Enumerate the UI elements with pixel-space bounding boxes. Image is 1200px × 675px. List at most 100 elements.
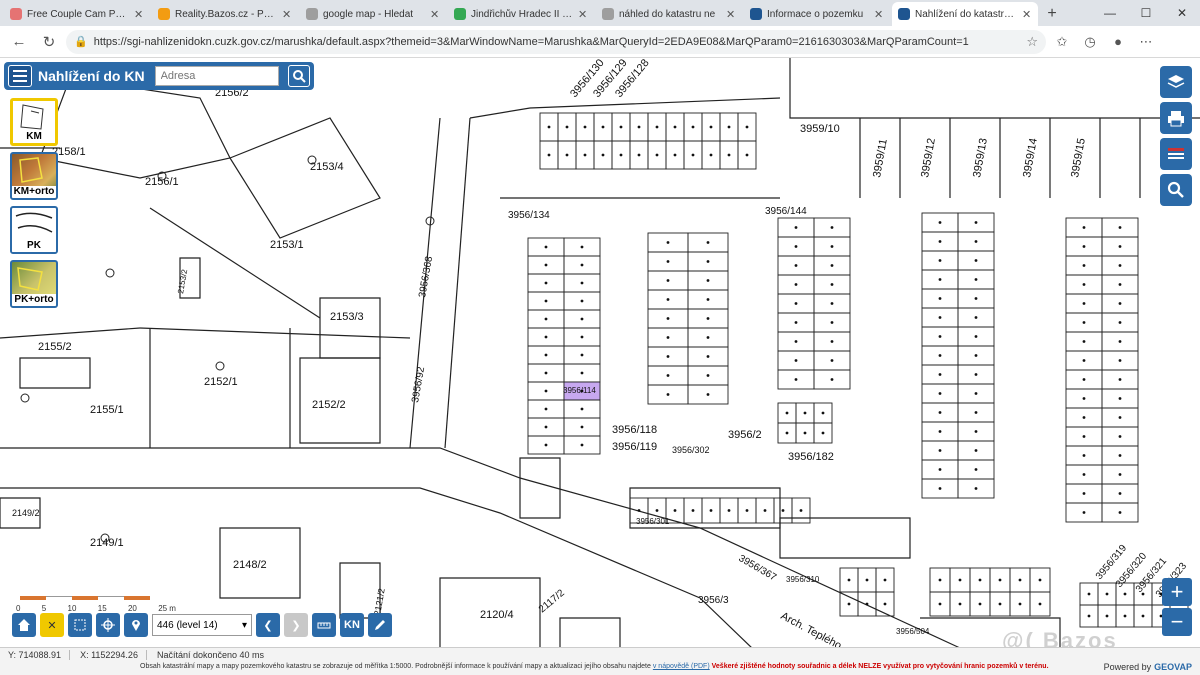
- parcel-point: [580, 317, 584, 321]
- parcel-label: 2117/2: [537, 587, 567, 615]
- url-field[interactable]: 🔒 https://sgi-nahlizenidokn.cuzk.gov.cz/…: [66, 29, 1046, 54]
- back-icon[interactable]: ←: [6, 29, 32, 55]
- parcel-boundary: [149, 207, 321, 319]
- browser-tab[interactable]: Jindřichův Hradec II 12 ✕: [448, 2, 594, 26]
- load-status: Načítání dokončeno 40 ms: [156, 650, 265, 660]
- parcel-point: [706, 355, 710, 358]
- bookmark-star-icon[interactable]: ☆: [1026, 34, 1038, 50]
- hamburger-menu-icon[interactable]: [8, 65, 32, 87]
- parcel-point: [666, 374, 670, 377]
- parcel-point: [666, 317, 670, 320]
- layer-pk-orto[interactable]: PK+orto: [10, 260, 58, 308]
- parcel-point: [666, 393, 670, 396]
- browser-tab[interactable]: Informace o pozemku ✕: [744, 2, 890, 26]
- maximize-icon[interactable]: ☐: [1128, 0, 1164, 26]
- new-tab-icon[interactable]: +: [1040, 2, 1064, 26]
- powered-by: Powered by GEOVAP: [1104, 662, 1192, 672]
- browser-tab[interactable]: Reality.Bazos.cz - Přidá ✕: [152, 2, 298, 26]
- tab-title: Reality.Bazos.cz - Přidá: [175, 8, 277, 20]
- parcel-label: 3956/310: [786, 575, 820, 584]
- print-button[interactable]: [1160, 102, 1192, 134]
- map-search-button[interactable]: [1160, 174, 1192, 206]
- profile-icon[interactable]: ●: [1106, 30, 1130, 54]
- target-icon: [101, 618, 115, 632]
- menu-dots-icon[interactable]: ⋯: [1134, 30, 1158, 54]
- parcel-point: [601, 153, 605, 157]
- parcel-point: [938, 221, 942, 224]
- legend-icon: [1168, 148, 1184, 159]
- address-bar: ← ↻ 🔒 https://sgi-nahlizenidokn.cuzk.gov…: [0, 26, 1200, 58]
- parcel-point: [580, 281, 584, 285]
- parcel-point: [978, 602, 982, 606]
- tab-close-icon[interactable]: ✕: [1022, 8, 1032, 21]
- home-button[interactable]: [12, 613, 36, 637]
- parcel-point: [580, 335, 584, 339]
- prev-view-button[interactable]: ❮: [256, 613, 280, 637]
- next-view-button[interactable]: ❯: [284, 613, 308, 637]
- address-search-input[interactable]: [154, 66, 279, 86]
- close-window-icon[interactable]: ✕: [1164, 0, 1200, 26]
- parcel-boundary: [19, 357, 91, 389]
- help-link[interactable]: v nápovědě (PDF): [653, 663, 710, 670]
- parcel-point: [974, 221, 978, 224]
- parcel-label: 3959/14: [1021, 137, 1040, 178]
- zoom-level-select[interactable]: 446 (level 14) ▾: [152, 614, 252, 636]
- measure-icon: [317, 622, 331, 629]
- parcel-point: [974, 297, 978, 300]
- legend-button[interactable]: [1160, 138, 1192, 170]
- tab-close-icon[interactable]: ✕: [282, 8, 292, 21]
- parcel-point: [673, 509, 677, 512]
- zoom-in-icon[interactable]: +: [1162, 578, 1192, 606]
- tab-close-icon[interactable]: ✕: [134, 8, 144, 21]
- layer-km[interactable]: KM: [10, 98, 58, 146]
- parcel-point: [1038, 578, 1042, 582]
- zoom-box-button[interactable]: [68, 613, 92, 637]
- layers-button[interactable]: [1160, 66, 1192, 98]
- favorites-icon[interactable]: ✩: [1050, 30, 1074, 54]
- layer-km-orto[interactable]: KM+orto: [10, 152, 58, 200]
- parcel-point: [727, 125, 731, 129]
- parcel-point: [938, 602, 942, 606]
- zoom-out-icon[interactable]: −: [1162, 608, 1192, 636]
- parcel-point: [938, 578, 942, 582]
- parcel-point: [847, 602, 851, 606]
- kn-button[interactable]: KN: [340, 613, 364, 637]
- parcel-point: [938, 449, 942, 452]
- measure-button[interactable]: [312, 613, 336, 637]
- locate-button[interactable]: [96, 613, 120, 637]
- parcel-point: [938, 297, 942, 300]
- history-icon[interactable]: ◷: [1078, 30, 1102, 54]
- search-button[interactable]: [288, 65, 310, 87]
- parcel-point: [619, 153, 623, 157]
- cadastral-map[interactable]: 2156/22158/12156/12153/42153/12153/22153…: [0, 58, 1200, 675]
- parcel-point: [1038, 602, 1042, 606]
- parcel-point: [938, 487, 942, 490]
- parcel-point: [691, 509, 695, 512]
- pin-button[interactable]: [124, 613, 148, 637]
- parcel-point: [691, 125, 695, 129]
- layer-pk[interactable]: PK: [10, 206, 58, 254]
- parcel-point: [830, 302, 834, 305]
- parcel-point: [709, 509, 713, 512]
- browser-tab[interactable]: Nahlížení do katastru n ✕: [892, 2, 1038, 26]
- browser-tab[interactable]: google map - Hledat ✕: [300, 2, 446, 26]
- tab-close-icon[interactable]: ✕: [874, 8, 884, 21]
- parcel-point: [1118, 416, 1122, 419]
- parcel-point: [580, 263, 584, 267]
- parcel-point: [830, 359, 834, 362]
- parcel-point: [794, 283, 798, 286]
- clear-button[interactable]: ✕: [40, 613, 64, 637]
- reload-icon[interactable]: ↻: [36, 29, 62, 55]
- parcel-point: [974, 468, 978, 471]
- layer-switcher: KM KM+orto PK PK+orto: [10, 98, 60, 308]
- tab-close-icon[interactable]: ✕: [430, 8, 440, 21]
- parcel-point: [673, 125, 677, 129]
- minimize-icon[interactable]: —: [1092, 0, 1128, 26]
- tab-close-icon[interactable]: ✕: [726, 8, 736, 21]
- browser-tab[interactable]: Free Couple Cam Porn ✕: [4, 2, 150, 26]
- parcel-point: [666, 355, 670, 358]
- tab-close-icon[interactable]: ✕: [578, 8, 588, 21]
- draw-button[interactable]: [368, 613, 392, 637]
- parcel-boundary: [779, 517, 911, 559]
- browser-tab[interactable]: náhled do katastru ne ✕: [596, 2, 742, 26]
